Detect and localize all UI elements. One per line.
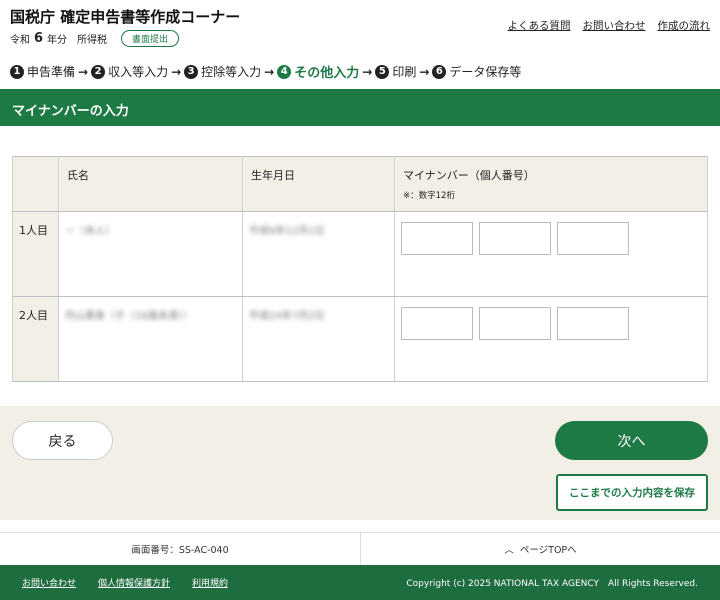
step-2: 2 収入等入力	[91, 63, 168, 80]
step-label: その他入力	[294, 66, 360, 81]
step-1: 1 申告準備	[10, 63, 75, 80]
arrow-right-icon: →	[419, 64, 430, 79]
step-5: 5 印刷	[375, 63, 416, 80]
arrow-right-icon: →	[78, 64, 89, 79]
chevron-up-icon: ︿	[504, 545, 514, 556]
back-button[interactable]: 戻る	[12, 421, 113, 460]
tax-year-line: 令和 6 年分 所得税 書面提出	[10, 30, 180, 47]
mynumber-cell	[394, 211, 708, 297]
header: 国税庁 確定申告書等作成コーナー 令和 6 年分 所得税 書面提出 よくある質問…	[0, 0, 720, 52]
screen-id: 画面番号：SS-AC-040	[131, 545, 229, 556]
mynumber-part2-input[interactable]	[479, 222, 551, 255]
table-header-row: 氏名 生年月日 マイナンバー（個人番号） ※：数字12桁	[12, 156, 708, 212]
faq-link[interactable]: よくある質問	[508, 18, 571, 33]
paper-submission-badge: 書面提出	[121, 30, 180, 47]
mynumber-part2-input[interactable]	[479, 307, 551, 340]
person-birth: 平成24年7月2日	[242, 296, 395, 382]
arrow-right-icon: →	[171, 64, 182, 79]
step-4-current: 4 その他入力	[277, 62, 359, 81]
mynumber-part1-input[interactable]	[401, 307, 473, 340]
contact-link[interactable]: お問い合わせ	[583, 18, 646, 33]
action-area: 戻る 次へ ここまでの入力内容を保存	[0, 406, 720, 520]
step-label: 申告準備	[27, 65, 76, 79]
mynumber-part3-input[interactable]	[557, 222, 629, 255]
step-number-icon: 3	[184, 64, 199, 79]
site-title: 国税庁 確定申告書等作成コーナー	[10, 8, 241, 26]
mynumber-cell	[394, 296, 708, 382]
page-top-link[interactable]: ︿ ページTOPへ	[360, 533, 720, 565]
table-row: 1人目 ー（本人） 平成9年12月1日	[12, 211, 708, 297]
person-name-text: 丹山恵美（子（16歳未満））	[65, 311, 193, 322]
footer: お問い合わせ 個人情報保護方針 利用規約 Copyright (c) 2025 …	[0, 565, 720, 600]
year-number: 6	[34, 31, 44, 46]
footer-contact-link[interactable]: お問い合わせ	[22, 576, 76, 589]
step-label: 収入等入力	[108, 65, 169, 79]
step-3: 3 控除等入力	[184, 63, 261, 80]
info-bar: 画面番号：SS-AC-040 ︿ ページTOPへ	[0, 532, 720, 565]
person-birth-text: 平成9年12月1日	[249, 226, 325, 237]
next-button[interactable]: 次へ	[555, 421, 708, 460]
row-label: 2人目	[12, 296, 59, 382]
footer-privacy-link[interactable]: 個人情報保護方針	[98, 576, 170, 589]
person-birth-text: 平成24年7月2日	[249, 311, 325, 322]
arrow-right-icon: →	[264, 64, 275, 79]
mynumber-part1-input[interactable]	[401, 222, 473, 255]
step-number-icon: 1	[10, 64, 24, 79]
header-mynumber-label: マイナンバー（個人番号）	[403, 169, 535, 182]
step-number-icon: 6	[432, 64, 447, 79]
person-name: ー（本人）	[58, 211, 243, 297]
step-number-icon: 4	[277, 64, 292, 79]
save-progress-button[interactable]: ここまでの入力内容を保存	[556, 474, 708, 511]
person-birth: 平成9年12月1日	[242, 211, 395, 297]
step-number-icon: 2	[91, 64, 106, 79]
tax-type: 所得税	[77, 35, 108, 46]
progress-steps: 1 申告準備 → 2 収入等入力 → 3 控除等入力 → 4 その他入力 → 5 印刷 →…	[10, 62, 521, 81]
header-mynumber: マイナンバー（個人番号） ※：数字12桁	[394, 156, 708, 212]
step-number-icon: 5	[375, 64, 390, 79]
step-6: 6 データ保存等	[432, 63, 521, 80]
table-row: 2人目 丹山恵美（子（16歳未満）） 平成24年7月2日	[12, 296, 708, 382]
row-label: 1人目	[12, 211, 59, 297]
arrow-right-icon: →	[362, 64, 373, 79]
header-birth: 生年月日	[242, 156, 395, 212]
person-name: 丹山恵美（子（16歳未満））	[58, 296, 243, 382]
header-name: 氏名	[58, 156, 243, 212]
copyright: Copyright (c) 2025 NATIONAL TAX AGENCY A…	[406, 579, 698, 589]
flow-link[interactable]: 作成の流れ	[658, 18, 711, 33]
header-blank	[12, 156, 59, 212]
era: 令和	[10, 35, 30, 46]
digit-note: ※：数字12桁	[403, 191, 455, 201]
step-label: データ保存等	[449, 65, 522, 79]
person-name-text: ー（本人）	[65, 226, 115, 237]
step-label: 印刷	[392, 65, 417, 79]
year-suffix: 年分	[47, 35, 68, 46]
step-label: 控除等入力	[201, 65, 262, 79]
mynumber-table: 氏名 生年月日 マイナンバー（個人番号） ※：数字12桁 1人目 ー（本人） 平成…	[12, 156, 708, 382]
footer-terms-link[interactable]: 利用規約	[192, 576, 228, 589]
section-title: マイナンバーの入力	[0, 89, 720, 126]
mynumber-part3-input[interactable]	[557, 307, 629, 340]
page-top-label: ページTOPへ	[519, 545, 577, 556]
top-links: よくある質問 お問い合わせ 作成の流れ	[508, 18, 711, 33]
